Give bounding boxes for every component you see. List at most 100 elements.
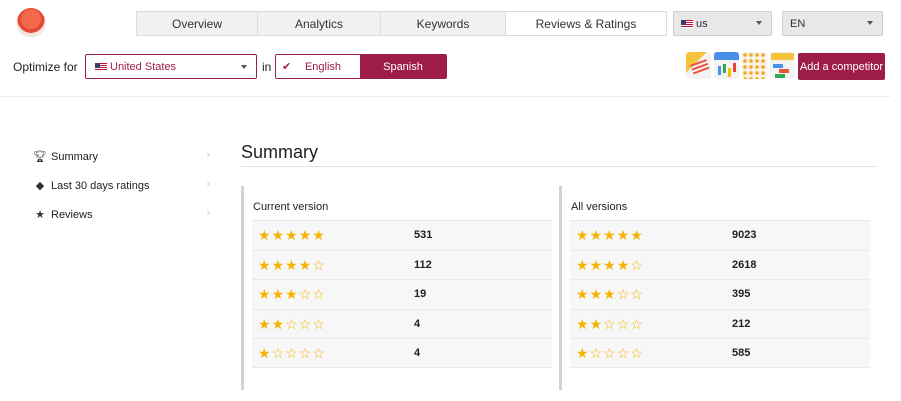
rating-count: 212 [732,317,751,330]
rating-count: 531 [414,229,433,241]
star-rating-icon: ★★☆☆☆ [576,316,644,333]
star-empty-icon: ☆ [616,315,631,332]
star-filled-icon: ★ [285,227,299,243]
top-bar: Overview Analytics Keywords Reviews & Ra… [0,0,901,46]
star-filled-icon: ★ [589,227,604,243]
store-country-value: us [696,17,708,30]
star-filled-icon: ★ [603,256,617,273]
star-rating-icon: ★★★★☆ [576,257,644,274]
interface-language-dropdown[interactable]: EN [782,11,883,36]
star-rating-icon: ★★★☆☆ [258,286,326,303]
star-filled-icon: ★ [271,256,286,273]
country-select-value: United States [110,60,177,73]
star-filled-icon: ★ [589,286,604,302]
star-empty-icon: ☆ [285,315,299,332]
star-empty-icon: ☆ [298,345,313,361]
rating-count: 112 [414,258,432,271]
in-label: in [262,60,272,74]
us-flag-icon [681,19,693,28]
star-empty-icon: ☆ [312,286,326,302]
sidebar-item-label: Reviews [51,208,93,221]
optimize-bar: Optimize for United States in ✔ English … [0,52,901,82]
panel-title: Current version [253,201,329,213]
star-empty-icon: ☆ [603,315,617,332]
chevron-right-icon: › [206,178,210,190]
star-filled-icon: ★ [258,227,272,243]
app-logo[interactable] [17,8,45,36]
language-spanish-label: Spanish [383,60,423,73]
rating-rows: ★★★★★ 9023 ★★★★☆ 2618 ★★★☆☆ 395 ★★☆☆☆ 212 ★☆☆☆☆ 5… [570,220,870,368]
star-filled-icon: ★ [312,227,326,243]
star-filled-icon: ★ [616,256,631,273]
language-spanish-button[interactable]: Spanish [360,55,446,78]
chevron-right-icon: › [206,149,210,161]
star-empty-icon: ☆ [603,345,617,361]
dots-app-icon[interactable] [742,52,767,79]
us-flag-icon [95,62,107,71]
star-empty-icon: ☆ [616,345,631,361]
star-empty-icon: ☆ [630,286,644,302]
store-country-dropdown[interactable]: us [673,11,772,36]
rating-row: ★☆☆☆☆ 4 [252,338,552,368]
star-icon: ★ [35,209,45,221]
star-rating-icon: ★★★★★ [258,227,326,244]
star-empty-icon: ☆ [285,345,299,361]
notes-app-icon[interactable] [686,52,711,79]
star-filled-icon: ★ [258,256,272,273]
title-divider [241,166,877,167]
tag-icon: ◆ [35,180,45,192]
star-filled-icon: ★ [616,227,631,243]
star-empty-icon: ☆ [630,315,644,332]
add-competitor-button[interactable]: Add a competitor [798,53,885,80]
chevron-right-icon: › [206,207,210,219]
header-divider [0,96,890,97]
tab-analytics[interactable]: Analytics [257,11,380,36]
rating-count: 19 [414,288,427,300]
current-version-panel: Current version ★★★★★ 531 ★★★★☆ 112 ★★★☆☆ 19 ★… [241,186,552,390]
star-filled-icon: ★ [285,286,299,302]
optimize-label: Optimize for [13,60,78,74]
chevron-down-icon [241,65,247,69]
language-english-button[interactable]: ✔ English [276,55,360,78]
star-filled-icon: ★ [258,286,272,302]
sidebar-item-reviews[interactable]: ★ Reviews › [33,200,213,229]
rating-row: ★★★★☆ 2618 [570,249,870,279]
star-rating-icon: ★☆☆☆☆ [258,345,326,362]
rating-count: 4 [414,317,421,330]
star-filled-icon: ★ [258,315,272,332]
tab-reviews-ratings[interactable]: Reviews & Ratings [505,11,667,36]
tab-overview[interactable]: Overview [136,11,257,36]
all-versions-panel: All versions ★★★★★ 9023 ★★★★☆ 2618 ★★★☆☆ 395 ★… [559,186,870,390]
page-title: Summary [241,142,319,162]
calendar-app-icon[interactable] [714,52,739,79]
main-tabs: Overview Analytics Keywords Reviews & Ra… [136,11,667,36]
rating-row: ★★★☆☆ 395 [570,279,870,309]
star-filled-icon: ★ [576,227,590,243]
star-filled-icon: ★ [576,315,590,332]
rating-row: ★★★★★ 9023 [570,220,870,250]
sidebar-item-last-30-days-ratings[interactable]: ◆ Last 30 days ratings › [33,171,213,200]
tab-keywords[interactable]: Keywords [380,11,505,36]
star-empty-icon: ☆ [312,256,326,273]
star-empty-icon: ☆ [312,315,326,332]
rating-count: 9023 [732,229,757,241]
star-filled-icon: ★ [258,345,272,361]
star-rating-icon: ★★☆☆☆ [258,316,326,333]
planner-app-icon[interactable] [770,52,795,79]
star-filled-icon: ★ [630,227,644,243]
star-empty-icon: ☆ [298,315,313,332]
star-filled-icon: ★ [285,256,299,273]
rating-row: ★★★★☆ 112 [252,249,552,279]
rating-row: ★☆☆☆☆ 585 [570,338,870,368]
rating-count: 4 [414,347,421,359]
star-empty-icon: ☆ [589,345,604,361]
sidebar-item-summary[interactable]: 🏆︎ Summary › [33,142,213,171]
sidebar: 🏆︎ Summary › ◆ Last 30 days ratings › ★ … [33,142,213,229]
rating-row: ★★★☆☆ 19 [252,279,552,309]
star-rating-icon: ★★★☆☆ [576,286,644,303]
star-filled-icon: ★ [589,256,604,273]
trophy-icon: 🏆︎ [33,151,47,163]
country-select[interactable]: United States [85,54,257,79]
sidebar-item-label: Summary [51,150,99,163]
sidebar-item-label: Last 30 days ratings [51,179,150,192]
